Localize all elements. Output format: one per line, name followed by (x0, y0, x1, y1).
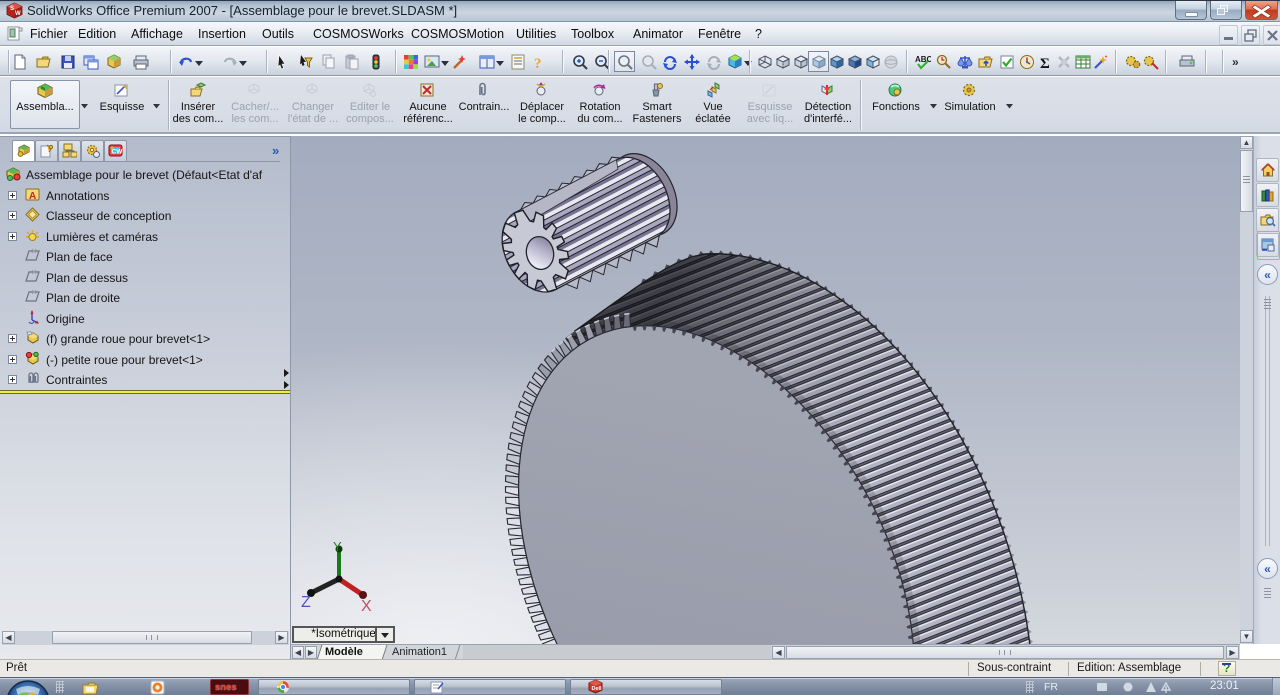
svg-text:S: S (10, 6, 14, 12)
svg-text:Σ: Σ (1040, 56, 1050, 70)
svg-text:CW: CW (112, 149, 124, 156)
svg-text:Dell: Dell (592, 686, 603, 692)
svg-text:?: ? (534, 56, 542, 70)
svg-text:A: A (29, 191, 36, 202)
svg-text:Z: Z (301, 594, 311, 611)
svg-text:Y: Y (333, 541, 342, 554)
svg-text:»: » (1232, 55, 1239, 69)
svg-text:X: X (361, 598, 372, 615)
svg-text:W: W (15, 11, 21, 17)
svg-text:ABC: ABC (915, 55, 931, 64)
